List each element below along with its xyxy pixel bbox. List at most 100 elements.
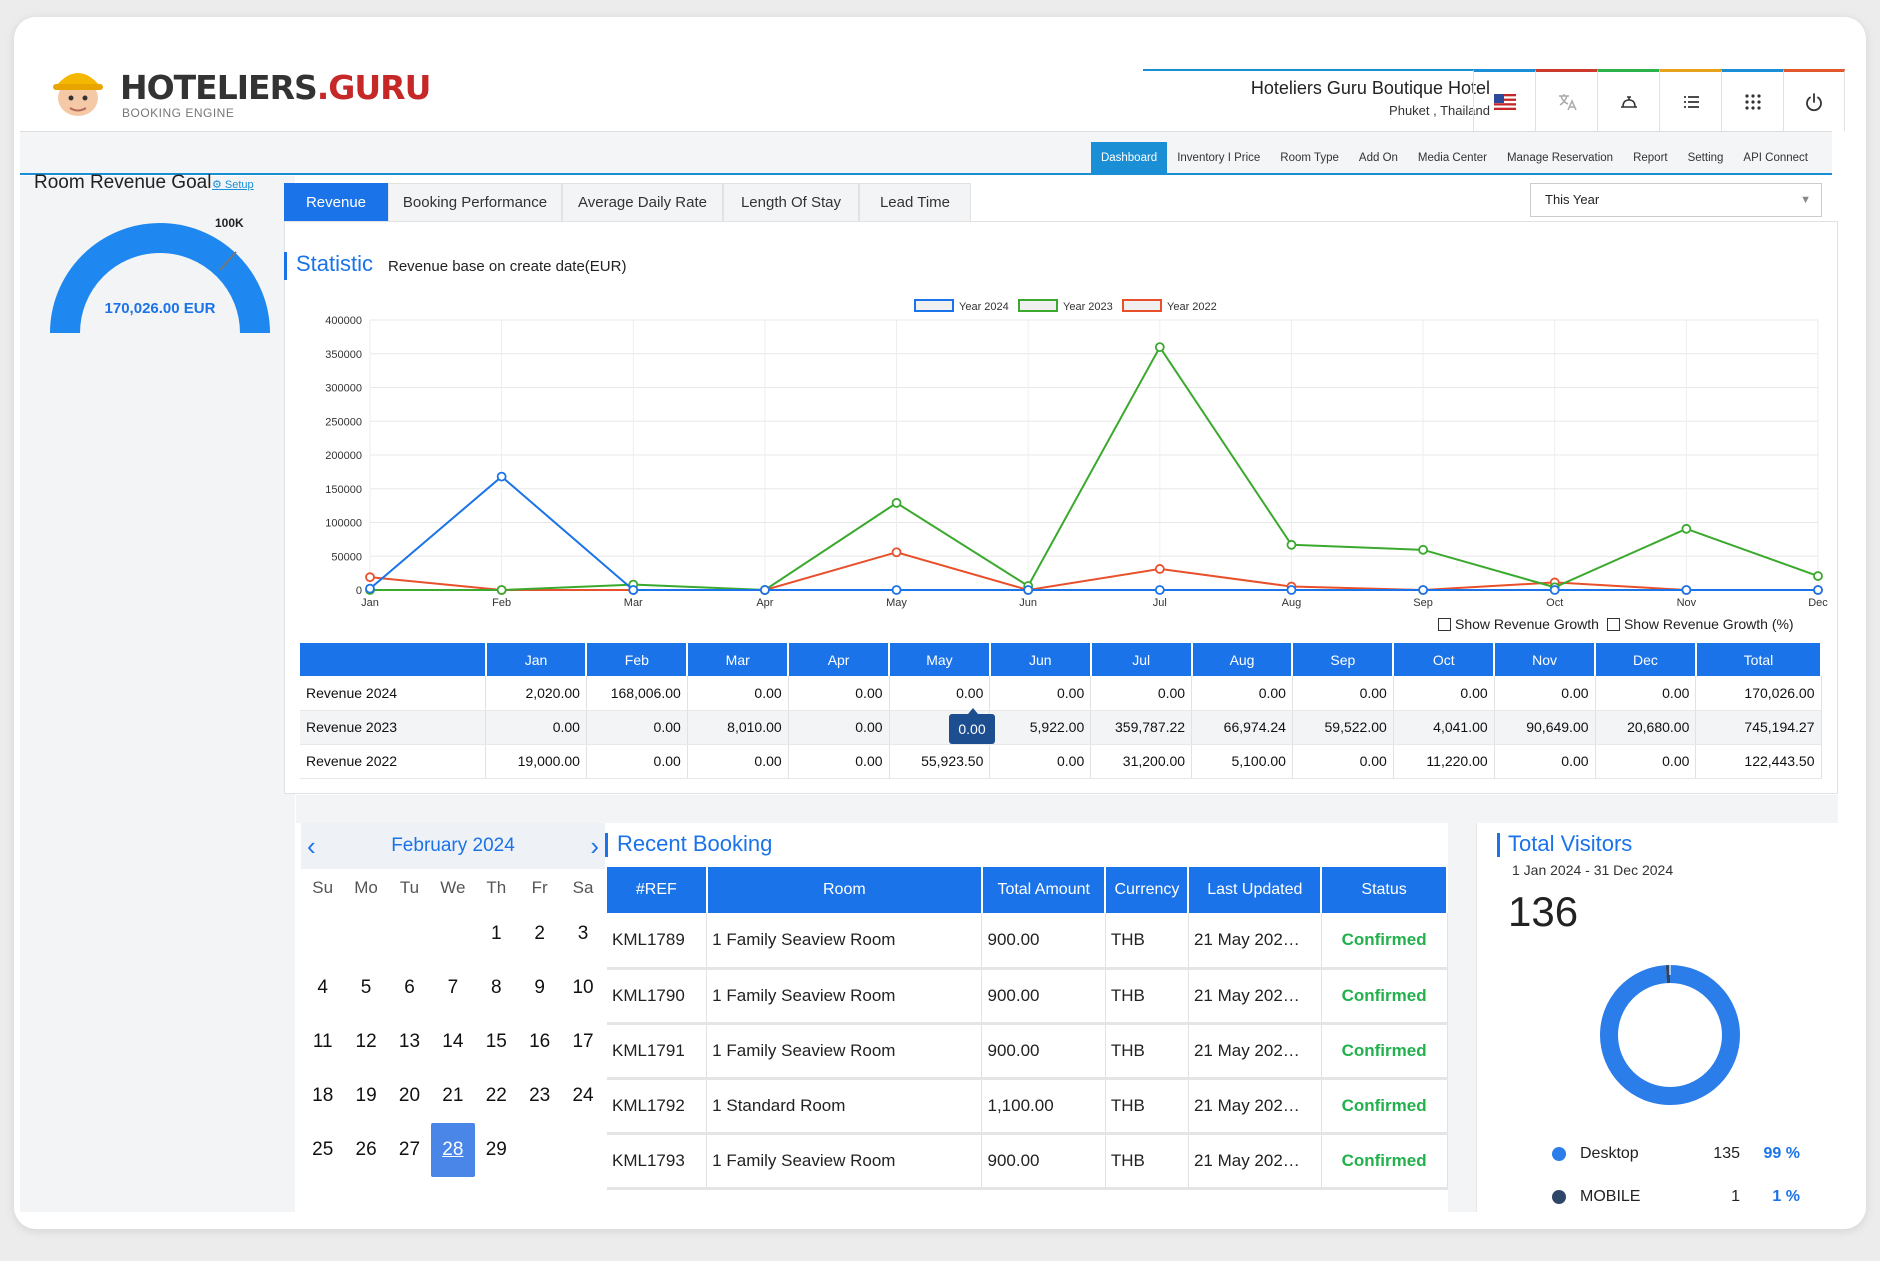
- calendar-day[interactable]: 1: [475, 907, 518, 961]
- column-header[interactable]: Total Amount: [981, 867, 1107, 913]
- tab-average-daily-rate[interactable]: Average Daily Rate: [562, 183, 723, 221]
- calendar-day[interactable]: 9: [518, 961, 561, 1015]
- calendar-day[interactable]: 21: [431, 1069, 474, 1123]
- calendar-day[interactable]: 24: [561, 1069, 604, 1123]
- column-header: Nov: [1494, 643, 1597, 676]
- translate-button[interactable]: [1535, 69, 1597, 131]
- data-point[interactable]: [1418, 585, 1428, 595]
- booking-row[interactable]: KML1791 1 Family Seaview Room 900.00 THB 21 …: [607, 1023, 1448, 1080]
- logout-button[interactable]: [1783, 69, 1845, 131]
- data-point[interactable]: [496, 585, 507, 595]
- data-point[interactable]: [1154, 342, 1165, 353]
- booking-row[interactable]: KML1792 1 Standard Room 1,100.00 THB 21 May …: [607, 1078, 1448, 1135]
- data-point[interactable]: [1154, 585, 1165, 595]
- calendar-day[interactable]: 7: [431, 961, 474, 1015]
- data-point[interactable]: [760, 585, 770, 595]
- table-cell: KML1792: [607, 1078, 708, 1135]
- data-point[interactable]: [365, 572, 375, 583]
- calendar-day[interactable]: 29: [475, 1123, 518, 1177]
- column-header[interactable]: Last Updated: [1188, 867, 1323, 913]
- goal-setup-link[interactable]: ⚙ Setup: [212, 178, 254, 191]
- data-point[interactable]: [496, 471, 507, 482]
- calendar-day[interactable]: 6: [388, 961, 431, 1015]
- nav-item-media-center[interactable]: Media Center: [1408, 142, 1497, 174]
- calendar-day[interactable]: 22: [475, 1069, 518, 1123]
- data-point[interactable]: [1154, 564, 1165, 574]
- brand-logo[interactable]: HOTELIERS.GURU BOOKING ENGINE: [36, 50, 431, 125]
- nav-item-manage-reservation[interactable]: Manage Reservation: [1497, 142, 1623, 174]
- data-point[interactable]: [1023, 585, 1034, 595]
- calendar-day[interactable]: 20: [388, 1069, 431, 1123]
- chevron-right-icon[interactable]: ›: [590, 833, 599, 859]
- year-select[interactable]: This Year ▼: [1530, 183, 1822, 217]
- data-point[interactable]: [1286, 585, 1297, 595]
- tab-booking-performance[interactable]: Booking Performance: [388, 183, 562, 221]
- calendar-day[interactable]: 10: [561, 961, 604, 1015]
- data-point[interactable]: [1549, 585, 1560, 595]
- calendar-day[interactable]: 11: [301, 1015, 344, 1069]
- legend-label[interactable]: Year 2022: [1167, 301, 1217, 313]
- reception-button[interactable]: [1597, 69, 1659, 131]
- legend-percent: 99 %: [1763, 1145, 1800, 1162]
- visitors-total: 136: [1508, 888, 1579, 935]
- revenue-growth-checkbox[interactable]: Show Revenue Growth: [1438, 616, 1599, 632]
- data-point[interactable]: [1813, 585, 1823, 595]
- calendar-day[interactable]: 25: [301, 1123, 344, 1177]
- legend-swatch: [1122, 299, 1162, 312]
- tab-revenue[interactable]: Revenue: [284, 183, 388, 221]
- table-header-row: #REF Room Total Amount Currency Last Updated…: [607, 867, 1448, 913]
- calendar-day[interactable]: 8: [475, 961, 518, 1015]
- data-point[interactable]: [1681, 585, 1692, 595]
- calendar-day[interactable]: 19: [344, 1069, 387, 1123]
- data-point[interactable]: [891, 547, 902, 558]
- nav-item-api-connect[interactable]: API Connect: [1733, 142, 1818, 174]
- nav-item-room-type[interactable]: Room Type: [1270, 142, 1349, 174]
- calendar-day[interactable]: 14: [431, 1015, 474, 1069]
- data-point[interactable]: [628, 585, 639, 595]
- calendar-day[interactable]: 16: [518, 1015, 561, 1069]
- data-point[interactable]: [1286, 539, 1297, 550]
- donut-segment[interactable]: [1600, 965, 1740, 1105]
- calendar-day-selected[interactable]: 28: [431, 1123, 475, 1177]
- legend-label[interactable]: Year 2024: [959, 301, 1009, 313]
- data-point[interactable]: [1418, 544, 1428, 555]
- data-point[interactable]: [1681, 523, 1692, 534]
- calendar-day[interactable]: 3: [561, 907, 604, 961]
- calendar-day[interactable]: 18: [301, 1069, 344, 1123]
- tab-length-of-stay[interactable]: Length Of Stay: [723, 183, 859, 221]
- legend-count: 135: [1713, 1145, 1740, 1162]
- legend-label[interactable]: Year 2023: [1063, 301, 1113, 313]
- data-point[interactable]: [1813, 571, 1823, 581]
- apps-button[interactable]: [1721, 69, 1783, 131]
- calendar-day[interactable]: 27: [388, 1123, 431, 1177]
- data-point[interactable]: [365, 583, 375, 594]
- tab-lead-time[interactable]: Lead Time: [859, 183, 971, 221]
- calendar-day[interactable]: 26: [344, 1123, 387, 1177]
- revenue-growth-pct-checkbox[interactable]: Show Revenue Growth (%): [1606, 616, 1794, 632]
- column-header[interactable]: Status: [1321, 867, 1448, 913]
- language-button[interactable]: [1473, 69, 1535, 131]
- calendar-day[interactable]: 23: [518, 1069, 561, 1123]
- column-header[interactable]: #REF: [607, 867, 708, 913]
- calendar-day[interactable]: 2: [518, 907, 561, 961]
- booking-row[interactable]: KML1789 1 Family Seaview Room 900.00 THB 21 …: [607, 913, 1448, 970]
- column-header[interactable]: Currency: [1105, 867, 1190, 913]
- calendar-day[interactable]: 17: [561, 1015, 604, 1069]
- calendar-day[interactable]: 12: [344, 1015, 387, 1069]
- table-cell: 0.00: [788, 744, 890, 779]
- calendar-day[interactable]: 15: [475, 1015, 518, 1069]
- calendar-day[interactable]: 5: [344, 961, 387, 1015]
- nav-item-report[interactable]: Report: [1623, 142, 1678, 174]
- data-point[interactable]: [891, 585, 902, 595]
- nav-item-setting[interactable]: Setting: [1678, 142, 1734, 174]
- list-button[interactable]: [1659, 69, 1721, 131]
- data-point[interactable]: [891, 498, 902, 508]
- column-header[interactable]: Room: [706, 867, 983, 913]
- booking-row[interactable]: KML1790 1 Family Seaview Room 900.00 THB 21 …: [607, 968, 1448, 1025]
- calendar-day[interactable]: 4: [301, 961, 344, 1015]
- nav-item-add-on[interactable]: Add On: [1349, 142, 1408, 174]
- nav-item-inventory-i-price[interactable]: Inventory I Price: [1167, 142, 1270, 174]
- calendar-day[interactable]: 13: [388, 1015, 431, 1069]
- booking-row[interactable]: KML1793 1 Family Seaview Room 900.00 THB 21 …: [607, 1133, 1448, 1190]
- nav-item-dashboard[interactable]: Dashboard: [1090, 142, 1168, 174]
